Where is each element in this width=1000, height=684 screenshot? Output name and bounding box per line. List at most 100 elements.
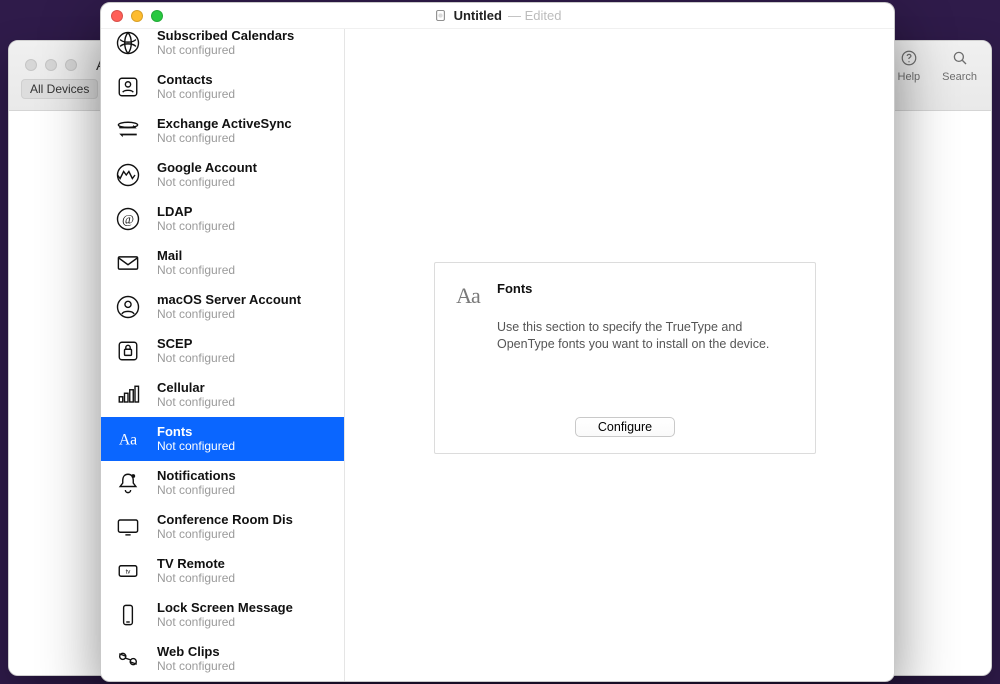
sidebar-item-fonts[interactable]: Aa FontsNot configured — [101, 417, 344, 461]
sidebar-item-macos-server-account[interactable]: macOS Server AccountNot configured — [101, 285, 344, 329]
conference-room-icon — [111, 510, 145, 544]
macos-server-account-icon — [111, 290, 145, 324]
sidebar-item-labels: macOS Server AccountNot configured — [157, 293, 301, 322]
sidebar-item-status: Not configured — [157, 132, 292, 146]
sidebar-item-title: Web Clips — [157, 645, 235, 660]
sidebar-item-tv-remote[interactable]: tv TV RemoteNot configured — [101, 549, 344, 593]
background-close-icon — [25, 59, 37, 71]
sidebar-item-title: Conference Room Dis — [157, 513, 293, 528]
sidebar-item-labels: Subscribed CalendarsNot configured — [157, 29, 294, 57]
search-icon — [949, 47, 971, 69]
sidebar-item-labels: MailNot configured — [157, 249, 235, 278]
svg-text:@: @ — [122, 211, 134, 226]
profile-editor-window: Untitled — Edited Subscribed CalendarsNo… — [100, 2, 895, 682]
sidebar-item-scep[interactable]: SCEPNot configured — [101, 329, 344, 373]
minimize-button[interactable] — [131, 10, 143, 22]
background-traffic-lights — [23, 49, 77, 71]
sidebar-item-subscribed-calendars[interactable]: Subscribed CalendarsNot configured — [101, 29, 344, 65]
sidebar-item-status: Not configured — [157, 176, 257, 190]
sidebar-item-status: Not configured — [157, 660, 235, 674]
zoom-button[interactable] — [151, 10, 163, 22]
sidebar-item-title: Exchange ActiveSync — [157, 117, 292, 132]
sidebar-item-title: Cellular — [157, 381, 235, 396]
sidebar-item-status: Not configured — [157, 220, 235, 234]
tv-remote-icon: tv — [111, 554, 145, 588]
window-title-status: — Edited — [508, 8, 561, 23]
profile-document-icon — [434, 9, 448, 23]
sidebar-item-labels: Web ClipsNot configured — [157, 645, 235, 674]
lock-screen-message-icon — [111, 598, 145, 632]
scep-icon — [111, 334, 145, 368]
ldap-icon: @ — [111, 202, 145, 236]
sidebar-item-labels: ContactsNot configured — [157, 73, 235, 102]
sidebar-item-status: Not configured — [157, 88, 235, 102]
configure-button[interactable]: Configure — [575, 417, 675, 437]
window-titlebar: Untitled — Edited — [101, 3, 894, 29]
sidebar-item-lock-screen-message[interactable]: Lock Screen MessageNot configured — [101, 593, 344, 637]
sidebar-item-title: Mail — [157, 249, 235, 264]
sidebar-item-exchange-activesync[interactable]: Exchange ActiveSyncNot configured — [101, 109, 344, 153]
all-devices-chip[interactable]: All Devices — [21, 79, 98, 99]
notifications-icon — [111, 466, 145, 500]
sidebar-item-title: Subscribed Calendars — [157, 29, 294, 44]
background-minimize-icon — [45, 59, 57, 71]
close-button[interactable] — [111, 10, 123, 22]
mail-icon — [111, 246, 145, 280]
background-help-button[interactable]: Help — [898, 47, 921, 83]
background-help-label: Help — [898, 71, 921, 83]
payload-sidebar-scroll[interactable]: Subscribed CalendarsNot configuredContac… — [101, 29, 344, 681]
sidebar-item-title: macOS Server Account — [157, 293, 301, 308]
sidebar-item-status: Not configured — [157, 528, 293, 542]
payload-detail-title: Fonts — [497, 281, 532, 296]
svg-text:Aa: Aa — [119, 431, 137, 448]
payload-sidebar: Subscribed CalendarsNot configuredContac… — [101, 29, 345, 681]
help-icon — [898, 47, 920, 69]
sidebar-item-web-clips[interactable]: Web ClipsNot configured — [101, 637, 344, 681]
sidebar-item-status: Not configured — [157, 396, 235, 410]
sidebar-item-status: Not configured — [157, 484, 236, 498]
sidebar-item-contacts[interactable]: ContactsNot configured — [101, 65, 344, 109]
sidebar-item-status: Not configured — [157, 308, 301, 322]
window-title: Untitled — Edited — [101, 8, 894, 23]
sidebar-item-labels: TV RemoteNot configured — [157, 557, 235, 586]
sidebar-item-notifications[interactable]: NotificationsNot configured — [101, 461, 344, 505]
google-account-icon — [111, 158, 145, 192]
contacts-icon — [111, 70, 145, 104]
payload-detail-area: Aa Fonts Use this section to specify the… — [345, 29, 894, 681]
sidebar-item-title: LDAP — [157, 205, 235, 220]
sidebar-item-labels: Conference Room DisNot configured — [157, 513, 293, 542]
sidebar-item-mail[interactable]: MailNot configured — [101, 241, 344, 285]
sidebar-item-status: Not configured — [157, 440, 235, 454]
fonts-icon: Aa — [111, 422, 145, 456]
fonts-large-icon: Aa — [453, 281, 483, 311]
sidebar-item-cellular[interactable]: CellularNot configured — [101, 373, 344, 417]
payload-detail-description: Use this section to specify the TrueType… — [497, 319, 797, 353]
sidebar-item-status: Not configured — [157, 572, 235, 586]
sidebar-item-google-account[interactable]: Google AccountNot configured — [101, 153, 344, 197]
sidebar-item-labels: Exchange ActiveSyncNot configured — [157, 117, 292, 146]
background-search-button[interactable]: Search — [942, 47, 977, 83]
sidebar-item-status: Not configured — [157, 44, 294, 58]
sidebar-item-status: Not configured — [157, 352, 235, 366]
background-zoom-icon — [65, 59, 77, 71]
sidebar-item-labels: CellularNot configured — [157, 381, 235, 410]
payload-detail-panel: Aa Fonts Use this section to specify the… — [434, 262, 816, 454]
background-search-label: Search — [942, 71, 977, 83]
traffic-lights — [111, 10, 163, 22]
sidebar-item-title: Google Account — [157, 161, 257, 176]
window-title-text: Untitled — [454, 8, 502, 23]
sidebar-item-title: Contacts — [157, 73, 235, 88]
sidebar-item-title: TV Remote — [157, 557, 235, 572]
sidebar-item-labels: FontsNot configured — [157, 425, 235, 454]
sidebar-item-ldap[interactable]: @ LDAPNot configured — [101, 197, 344, 241]
sidebar-item-status: Not configured — [157, 616, 293, 630]
sidebar-item-conference-room-display[interactable]: Conference Room DisNot configured — [101, 505, 344, 549]
exchange-icon — [111, 114, 145, 148]
sidebar-item-title: Lock Screen Message — [157, 601, 293, 616]
sidebar-item-labels: LDAPNot configured — [157, 205, 235, 234]
subscribed-calendars-icon — [111, 29, 145, 60]
sidebar-item-title: Fonts — [157, 425, 235, 440]
sidebar-item-title: SCEP — [157, 337, 235, 352]
sidebar-item-labels: Google AccountNot configured — [157, 161, 257, 190]
cellular-icon — [111, 378, 145, 412]
